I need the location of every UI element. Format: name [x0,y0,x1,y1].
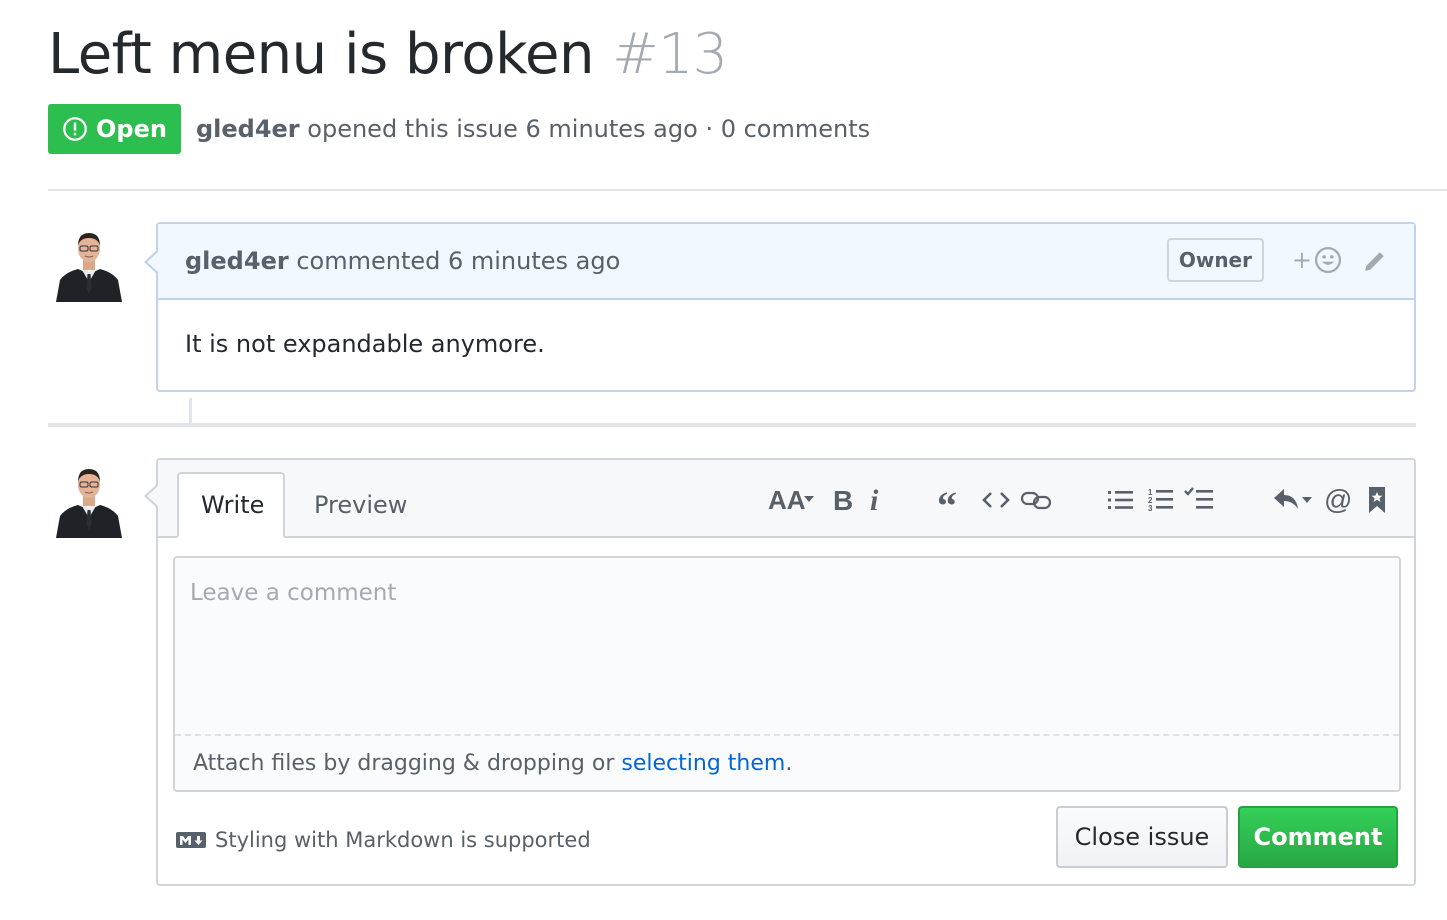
edit-comment-button[interactable] [1362,248,1388,278]
comment-body: It is not expandable anymore. [185,330,545,358]
owner-badge: Owner [1166,238,1264,282]
tab-preview[interactable]: Preview [292,472,422,538]
bold-icon[interactable]: B [830,482,854,518]
comment-header: gled4er commented 6 minutes ago Owner + [158,224,1414,300]
avatar[interactable] [52,222,126,302]
issue-author-link[interactable]: gled4er [196,115,300,143]
attach-end: . [785,750,793,776]
attach-text: Attach files by dragging & dropping or [193,750,615,776]
avatar[interactable] [52,458,126,538]
markdown-hint[interactable]: Styling with Markdown is supported [176,828,591,852]
form-actions: Styling with Markdown is supported Close… [158,806,1414,868]
comment-textarea[interactable] [175,558,1399,734]
svg-text:“: “ [937,485,957,515]
comment-button[interactable]: Comment [1238,806,1398,868]
close-issue-button[interactable]: Close issue [1056,806,1228,868]
issue-number: #13 [611,22,728,87]
comment-header-text: gled4er commented 6 minutes ago [185,247,620,275]
comment-write-area: Attach files by dragging & dropping or s… [173,556,1401,792]
text-size-icon[interactable]: AA [768,482,818,518]
issue-title: Left menu is broken [48,22,594,87]
issue-meta-rest: opened this issue 6 minutes ago · 0 comm… [307,115,871,143]
file-attach-bar[interactable]: Attach files by dragging & dropping or s… [175,734,1399,790]
timeline-divider [48,423,1416,427]
select-files-link[interactable]: selecting them [621,751,785,776]
italic-icon[interactable]: i [866,482,886,518]
comment-author-link[interactable]: gled4er [185,247,289,275]
code-icon[interactable] [982,482,1010,518]
quote-icon[interactable]: “ [936,482,966,518]
bullet-list-icon[interactable] [1108,482,1134,518]
issue-title-row: Left menu is broken #13 [48,22,728,96]
smiley-icon [1314,246,1342,274]
pencil-icon [1365,252,1384,271]
issue-meta-text: gled4er opened this issue 6 minutes ago … [196,115,870,143]
mention-icon[interactable]: @ [1324,482,1352,518]
state-label: Open [96,115,167,143]
saved-reply-icon[interactable] [1366,482,1388,518]
svg-text:@: @ [1324,485,1352,515]
tab-write[interactable]: Write [177,472,285,538]
markdown-icon [176,832,206,848]
markdown-hint-text: Styling with Markdown is supported [215,828,591,852]
plus-icon: + [1291,246,1312,274]
link-icon[interactable] [1020,482,1052,518]
svg-text:3: 3 [1148,504,1153,513]
add-reaction-button[interactable]: + [1292,246,1342,274]
svg-text:AA: AA [768,485,806,515]
new-comment-form: Write Preview AA B i “ 1 2 3 @ Leave a c… [144,458,1416,886]
issue-opened-icon [63,117,87,141]
svg-text:B: B [833,485,853,515]
comment-card: gled4er commented 6 minutes ago Owner + … [144,222,1416,392]
issue-meta: Open gled4er opened this issue 6 minutes… [48,104,870,154]
header-divider [48,189,1447,191]
numbered-list-icon[interactable]: 1 2 3 [1148,482,1174,518]
state-badge: Open [48,104,181,154]
task-list-icon[interactable] [1184,482,1214,518]
timeline-line [189,398,192,426]
svg-text:i: i [870,485,879,515]
comment-timestamp[interactable]: commented 6 minutes ago [296,247,620,275]
reply-icon[interactable] [1272,482,1316,518]
editor-tabnav: Write Preview AA B i “ 1 2 3 @ [158,460,1414,538]
